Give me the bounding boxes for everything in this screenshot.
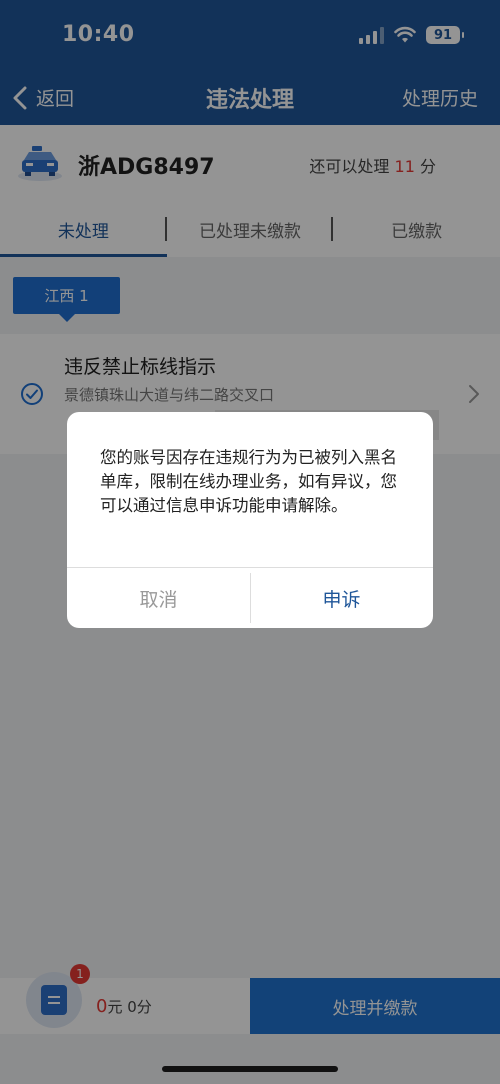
home-indicator xyxy=(162,1066,338,1072)
blacklist-alert-dialog: 您的账号因存在违规行为为已被列入黑名单库，限制在线办理业务，如有异议，您可以通过… xyxy=(67,412,433,628)
cancel-button[interactable]: 取消 xyxy=(67,568,250,628)
dialog-message: 您的账号因存在违规行为为已被列入黑名单库，限制在线办理业务，如有异议，您可以通过… xyxy=(100,448,397,515)
appeal-button[interactable]: 申诉 xyxy=(250,568,433,628)
